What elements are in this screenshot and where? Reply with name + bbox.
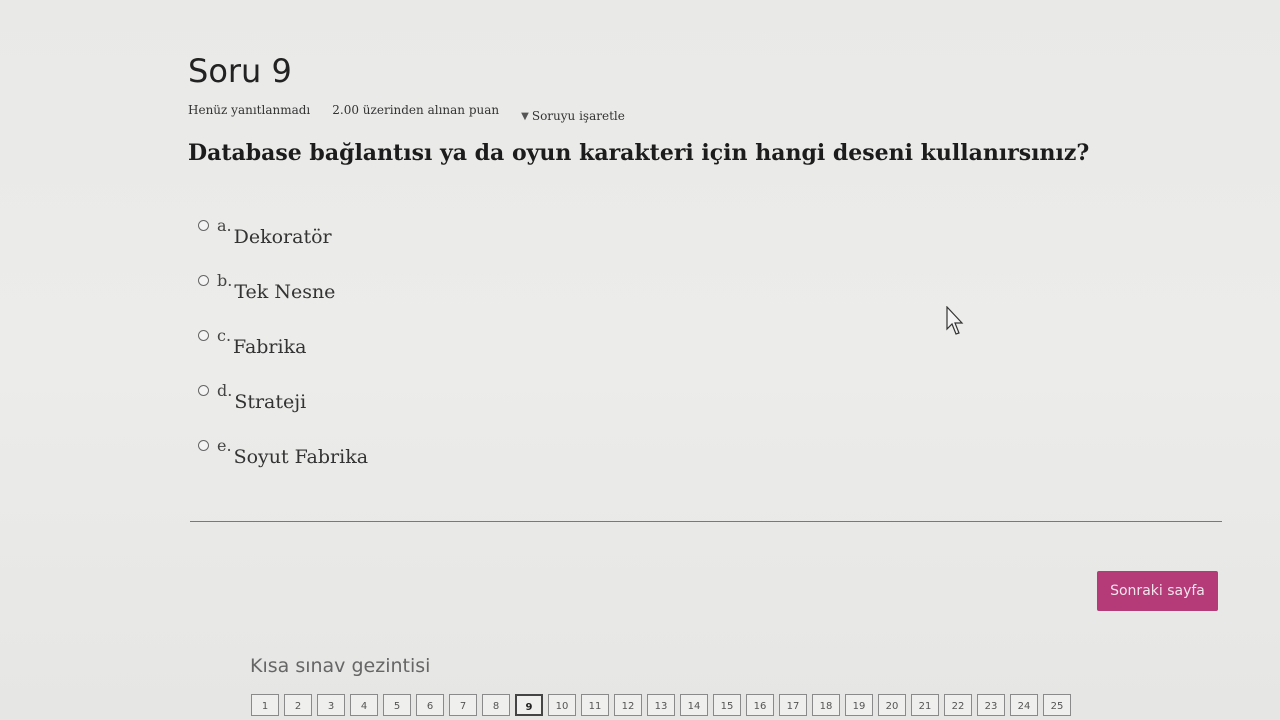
quiz-page: Soru 9 Henüz yanıtlanmadı 2.00 üzerinden… [0,0,1280,720]
answer-label: Fabrika [233,336,307,358]
quiz-nav-button[interactable]: 16 [746,694,774,716]
radio-a[interactable] [198,220,209,231]
answer-list: a. Dekoratör b. Tek Nesne c. Fabrika d. … [198,214,798,489]
quiz-nav-button[interactable]: 14 [680,694,708,716]
answer-option-c[interactable]: c. Fabrika [198,324,798,379]
flag-question-label: Soruyu işaretle [531,109,625,123]
radio-d[interactable] [198,385,209,396]
quiz-nav-button[interactable]: 23 [977,694,1005,716]
answer-letter: e. [217,436,232,455]
answer-option-b[interactable]: b. Tek Nesne [198,269,798,324]
question-info: Henüz yanıtlanmadı 2.00 üzerinden alınan… [188,103,625,123]
quiz-nav-button[interactable]: 9 [515,694,543,716]
radio-e[interactable] [198,440,209,451]
quiz-nav-button[interactable]: 24 [1010,694,1038,716]
answer-label: Dekoratör [233,226,332,248]
quiz-nav-button[interactable]: 1 [251,694,279,716]
answer-label: Tek Nesne [234,281,336,303]
quiz-nav-button[interactable]: 18 [812,694,840,716]
quiz-nav-button[interactable]: 7 [449,694,477,716]
quiz-nav-button[interactable]: 6 [416,694,444,716]
answer-option-d[interactable]: d. Strateji [198,379,798,434]
flag-question-link[interactable]: ▼ Soruyu işaretle [521,109,625,123]
quiz-nav-button[interactable]: 10 [548,694,576,716]
answer-label: Soyut Fabrika [233,446,369,468]
flag-icon: ▼ [521,110,529,122]
answer-option-a[interactable]: a. Dekoratör [198,214,798,269]
answer-label: Strateji [234,391,307,413]
answer-letter: a. [217,216,232,235]
question-status: Henüz yanıtlanmadı [188,103,311,117]
quiz-nav-button[interactable]: 11 [581,694,609,716]
quiz-nav-button[interactable]: 25 [1043,694,1071,716]
quiz-nav-button[interactable]: 2 [284,694,312,716]
divider [190,521,1222,522]
radio-c[interactable] [198,330,209,341]
answer-option-e[interactable]: e. Soyut Fabrika [198,434,798,489]
quiz-nav-button[interactable]: 20 [878,694,906,716]
quiz-nav-button[interactable]: 22 [944,694,972,716]
quiz-nav-button[interactable]: 5 [383,694,411,716]
question-points: 2.00 üzerinden alınan puan [332,103,500,117]
quiz-nav-button[interactable]: 17 [779,694,807,716]
mouse-pointer-icon [946,306,964,335]
quiz-nav-button[interactable]: 3 [317,694,345,716]
quiz-nav-button[interactable]: 21 [911,694,939,716]
radio-b[interactable] [198,275,209,286]
quiz-nav-button[interactable]: 19 [845,694,873,716]
answer-letter: d. [217,381,233,400]
quiz-nav-button[interactable]: 13 [647,694,675,716]
answer-letter: c. [217,326,232,345]
quiz-nav-button[interactable]: 8 [482,694,510,716]
answer-letter: b. [217,271,233,290]
quiz-navigation-title: Kısa sınav gezintisi [250,655,431,677]
question-text: Database bağlantısı ya da oyun karakteri… [188,140,1090,166]
next-page-button[interactable]: Sonraki sayfa [1097,571,1218,611]
quiz-nav-button[interactable]: 15 [713,694,741,716]
quiz-navigation: 1 2 3 4 5 6 7 8 9 10 11 12 13 14 15 16 17 18 19 20 21 22 23 24 2… [251,694,1071,716]
quiz-nav-button[interactable]: 12 [614,694,642,716]
quiz-nav-button[interactable]: 4 [350,694,378,716]
question-title: Soru 9 [188,52,292,90]
